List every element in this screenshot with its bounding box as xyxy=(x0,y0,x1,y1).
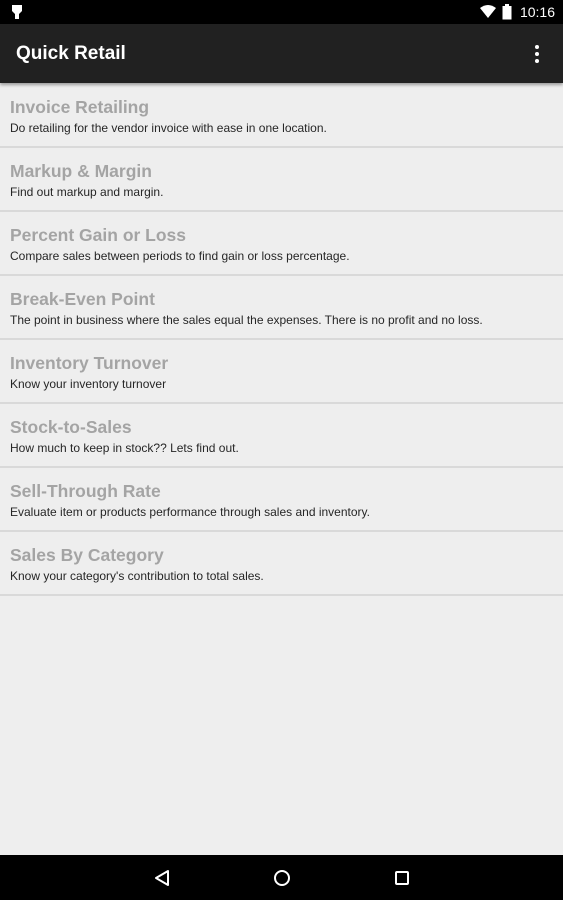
status-bar: 10:16 xyxy=(0,0,563,24)
list-item-title: Break-Even Point xyxy=(10,289,155,309)
menu-list: Invoice Retailing Do retailing for the v… xyxy=(0,84,563,596)
list-item-description: Evaluate item or products performance th… xyxy=(10,505,370,519)
battery-icon xyxy=(502,4,512,20)
list-item-description: Know your category's contribution to tot… xyxy=(10,569,264,583)
list-item-title: Markup & Margin xyxy=(10,161,152,181)
list-item-description: Compare sales between periods to find ga… xyxy=(10,249,350,263)
home-icon[interactable] xyxy=(269,865,295,891)
list-item-break-even-point[interactable]: Break-Even Point The point in business w… xyxy=(0,276,563,340)
list-item-description: Do retailing for the vendor invoice with… xyxy=(10,121,327,135)
status-time: 10:16 xyxy=(519,4,555,20)
list-item-title: Inventory Turnover xyxy=(10,353,169,373)
list-item-title: Stock-to-Sales xyxy=(10,417,132,437)
list-item-sell-through-rate[interactable]: Sell-Through Rate Evaluate item or produ… xyxy=(0,468,563,532)
app-title: Quick Retail xyxy=(16,43,126,64)
more-vert-icon[interactable] xyxy=(525,40,549,68)
list-item-description: How much to keep in stock?? Lets find ou… xyxy=(10,441,239,455)
wifi-icon xyxy=(479,5,496,18)
recents-icon[interactable] xyxy=(389,865,415,891)
list-item-title: Invoice Retailing xyxy=(10,97,150,117)
list-item-description: The point in business where the sales eq… xyxy=(10,313,483,327)
back-icon[interactable] xyxy=(149,865,175,891)
list-item-title: Sales By Category xyxy=(10,545,164,565)
list-item-title: Percent Gain or Loss xyxy=(10,225,187,245)
list-item-title: Sell-Through Rate xyxy=(10,481,161,501)
list-item-markup-margin[interactable]: Markup & Margin Find out markup and marg… xyxy=(0,148,563,212)
list-item-sales-by-category[interactable]: Sales By Category Know your category's c… xyxy=(0,532,563,596)
notification-icon xyxy=(12,5,22,19)
list-item-invoice-retailing[interactable]: Invoice Retailing Do retailing for the v… xyxy=(0,84,563,148)
list-item-percent-gain-loss[interactable]: Percent Gain or Loss Compare sales betwe… xyxy=(0,212,563,276)
app-bar: Quick Retail xyxy=(0,24,563,83)
list-item-description: Find out markup and margin. xyxy=(10,185,164,199)
list-item-stock-to-sales[interactable]: Stock-to-Sales How much to keep in stock… xyxy=(0,404,563,468)
list-item-inventory-turnover[interactable]: Inventory Turnover Know your inventory t… xyxy=(0,340,563,404)
status-icons: 10:16 xyxy=(479,0,555,24)
list-item-description: Know your inventory turnover xyxy=(10,377,167,391)
navigation-bar xyxy=(0,855,563,900)
